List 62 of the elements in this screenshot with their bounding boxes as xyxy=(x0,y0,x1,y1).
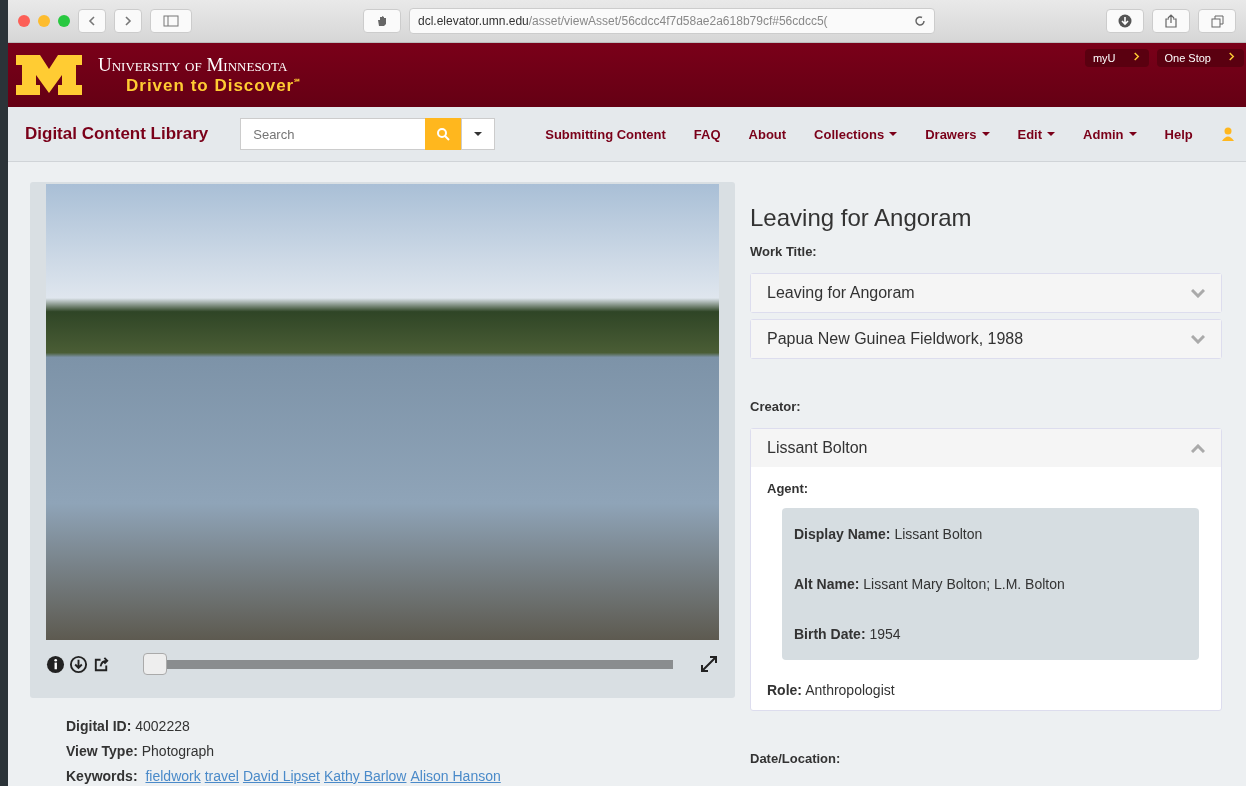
nav-link[interactable]: FAQ xyxy=(679,126,735,142)
chevron-left-icon xyxy=(87,16,97,26)
detail-line: View Type: Photograph xyxy=(66,743,216,759)
zoom-dot[interactable] xyxy=(58,15,70,27)
header-link[interactable]: One Stop xyxy=(1156,49,1244,67)
university-name: University of Minnesota xyxy=(98,54,289,76)
reload-icon[interactable] xyxy=(914,15,926,27)
header-link[interactable]: myU xyxy=(1084,49,1149,67)
section-label: Work Title: xyxy=(750,244,818,259)
extension-button[interactable] xyxy=(363,9,401,33)
asset-title: Leaving for Angoram xyxy=(750,204,973,232)
search-field[interactable]: Search xyxy=(240,118,426,150)
chevron-up-icon xyxy=(1191,443,1205,453)
nav-link[interactable]: Admin xyxy=(1069,126,1151,142)
search-options-button[interactable] xyxy=(461,118,496,150)
address-field[interactable]: dcl.elevator.umn.edu/asset/viewAsset/56cdcc4f7d58ae2a618b79cf#56cdcc5( xyxy=(409,8,935,34)
fullscreen-icon[interactable] xyxy=(699,654,719,674)
info-icon[interactable] xyxy=(46,654,65,674)
chevron-right-icon xyxy=(1227,52,1236,61)
nav-link[interactable]: Drawers xyxy=(911,126,1004,142)
nav-link[interactable]: Edit xyxy=(1003,126,1070,142)
nav-link[interactable]: Collections xyxy=(800,126,912,142)
chevron-right-icon xyxy=(123,16,133,26)
chevron-down-icon xyxy=(1191,288,1205,298)
section-label: Creator: xyxy=(750,399,802,414)
search-icon xyxy=(436,127,450,141)
accordion-header[interactable]: Papua New Guinea Fieldwork, 1988 xyxy=(751,320,1221,358)
section-label: Date/Location: xyxy=(750,751,842,766)
minimize-dot[interactable] xyxy=(38,15,50,27)
hand-icon xyxy=(376,15,388,27)
accordion-header[interactable]: Lissant Bolton xyxy=(751,429,1221,467)
tagline: Driven to Discover$^{℠}$ xyxy=(126,76,302,96)
chevron-right-icon xyxy=(1131,52,1141,61)
forward-button[interactable] xyxy=(114,9,142,33)
accordion-header[interactable]: Leaving for Angoram xyxy=(751,274,1221,312)
agent-field: Display Name: Lissant Bolton xyxy=(794,526,1187,542)
site-brand[interactable]: Digital Content Library xyxy=(25,124,209,144)
download-icon xyxy=(1118,14,1132,28)
agent-field: Birth Date: 1954 xyxy=(794,626,1187,642)
nav-link[interactable]: Submitting Content xyxy=(531,126,680,142)
nav-link[interactable]: About xyxy=(734,126,801,142)
nav-link[interactable]: Help xyxy=(1150,126,1207,142)
tabs-button[interactable] xyxy=(1198,9,1236,33)
search-button[interactable] xyxy=(425,118,462,150)
agent-label: Agent: xyxy=(767,481,810,496)
slider-thumb[interactable] xyxy=(143,653,167,675)
agent-field: Alt Name: Lissant Mary Bolton; L.M. Bolton xyxy=(794,576,1187,592)
tabs-icon xyxy=(1210,14,1224,28)
download-icon[interactable] xyxy=(69,654,88,674)
share-button[interactable] xyxy=(1152,9,1190,33)
sidebar-button[interactable] xyxy=(150,9,192,33)
user-icon[interactable] xyxy=(1220,127,1235,141)
chevron-down-icon xyxy=(1191,334,1205,344)
back-button[interactable] xyxy=(78,9,106,33)
close-dot[interactable] xyxy=(18,15,30,27)
download-button[interactable] xyxy=(1106,9,1144,33)
role-line: Role: Anthropologist xyxy=(767,682,896,698)
detail-line: Keywords: fieldwork travel David Lipset Kathy Barlow Alison Hanson xyxy=(66,768,502,784)
sidebar-icon xyxy=(163,15,179,27)
block-m-logo[interactable] xyxy=(16,55,82,95)
share-icon xyxy=(1165,14,1177,28)
detail-line: Digital ID: 4002228 xyxy=(66,718,191,734)
